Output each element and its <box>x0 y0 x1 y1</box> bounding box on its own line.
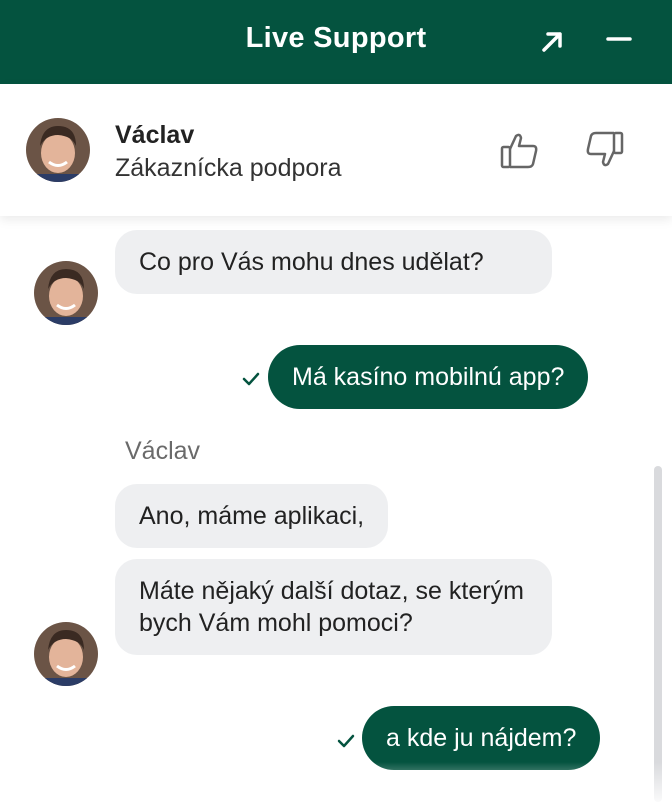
user-message: a kde ju nájdem? <box>362 706 601 770</box>
user-message: Má kasíno mobilnú app? <box>268 345 589 409</box>
agent-avatar <box>34 261 98 325</box>
check-icon <box>337 734 355 748</box>
agent-message: Co pro Vás mohu dnes udělat? <box>115 230 552 294</box>
thumbs-down-icon[interactable] <box>583 128 625 170</box>
message-list[interactable]: Co pro Vás mohu dnes udělat? Má kasíno m… <box>0 216 672 808</box>
agent-info-bar: Václav Zákaznícka podpora <box>0 84 672 216</box>
agent-message: Máte nějaký další dotaz, se kterým bych … <box>115 559 552 655</box>
check-icon <box>242 372 260 386</box>
scrollbar[interactable] <box>654 466 662 802</box>
thumbs-up-icon[interactable] <box>499 130 541 172</box>
sender-name: Václav <box>125 437 201 465</box>
agent-role: Zákaznícka podpora <box>115 154 342 182</box>
agent-name: Václav <box>115 121 195 149</box>
minus-icon[interactable] <box>604 26 634 56</box>
arrow-up-right-icon[interactable] <box>538 28 566 56</box>
agent-avatar <box>26 118 90 182</box>
agent-message: Ano, máme aplikaci, <box>115 484 389 548</box>
agent-avatar <box>34 622 98 686</box>
chat-title: Live Support <box>245 22 427 54</box>
chat-header: Live Support <box>0 0 672 84</box>
